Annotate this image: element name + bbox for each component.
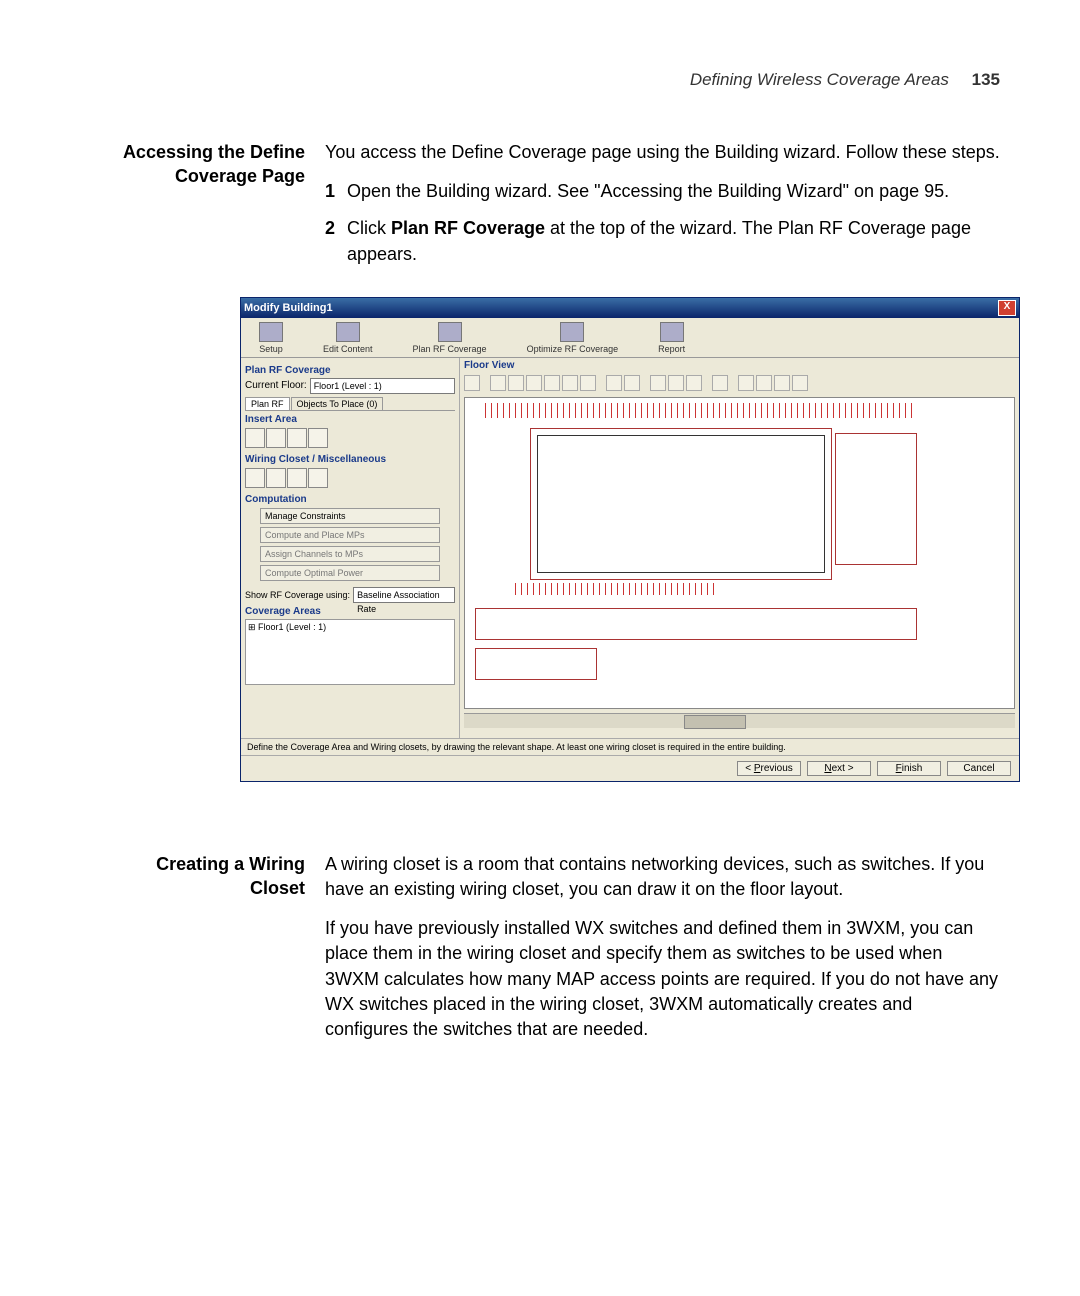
wiring-tool-2[interactable] (266, 468, 286, 488)
close-icon[interactable]: X (998, 300, 1016, 316)
finish-button[interactable]: Finish (877, 761, 941, 776)
tab-setup[interactable]: Setup (259, 322, 283, 357)
tool-layer-2-icon[interactable] (668, 375, 684, 391)
group-coverage-areas: Coverage Areas (245, 606, 455, 617)
optimize-rf-icon (560, 322, 584, 342)
insert-tool-3[interactable] (287, 428, 307, 448)
tool-rf-1-icon[interactable] (738, 375, 754, 391)
step-2: 2 Click Plan RF Coverage at the top of t… (325, 216, 1000, 266)
previous-button[interactable]: < Previous (737, 761, 801, 776)
group-plan-rf: Plan RF Coverage (245, 365, 455, 376)
wiring-tools (245, 468, 455, 488)
tool-rf-2-icon[interactable] (756, 375, 772, 391)
left-panel: Plan RF Coverage Current Floor: Floor1 (… (241, 358, 460, 738)
report-icon (660, 322, 684, 342)
cancel-button[interactable]: Cancel (947, 761, 1011, 776)
manage-constraints-button[interactable]: Manage Constraints (260, 508, 440, 524)
floor-view-toolbar (460, 373, 1019, 393)
wiring-tool-1[interactable] (245, 468, 265, 488)
wiring-tool-3[interactable] (287, 468, 307, 488)
tool-rf-4-icon[interactable] (792, 375, 808, 391)
coverage-areas-tree[interactable]: ⊞ Floor1 (Level : 1) (245, 619, 455, 685)
wizard-screenshot: Modify Building1 X Setup Edit Content Pl… (240, 297, 1020, 782)
group-insert-area: Insert Area (245, 414, 455, 425)
tool-pencil-icon[interactable] (464, 375, 480, 391)
tool-select-icon[interactable] (490, 375, 506, 391)
current-floor-select[interactable]: Floor1 (Level : 1) (310, 378, 455, 394)
tool-layer-1-icon[interactable] (650, 375, 666, 391)
show-rf-label: Show RF Coverage using: (245, 590, 350, 600)
wiring-tool-4[interactable] (308, 468, 328, 488)
next-button[interactable]: Next > (807, 761, 871, 776)
floor-view-heading: Floor View (460, 358, 1019, 373)
side-heading-accessing: Accessing the Define Coverage Page (80, 140, 325, 279)
running-header: Defining Wireless Coverage Areas 135 (80, 70, 1000, 90)
tool-zoom-icon[interactable] (508, 375, 524, 391)
tab-optimize-rf-coverage[interactable]: Optimize RF Coverage (527, 322, 619, 357)
tool-fit-icon[interactable] (562, 375, 578, 391)
assign-channels-button[interactable]: Assign Channels to MPs (260, 546, 440, 562)
page-number: 135 (972, 70, 1000, 89)
compute-place-mps-button[interactable]: Compute and Place MPs (260, 527, 440, 543)
tool-zoom-out-icon[interactable] (544, 375, 560, 391)
tool-undo-icon[interactable] (606, 375, 622, 391)
floor-plan-canvas[interactable] (464, 397, 1015, 709)
tab-plan-rf-coverage[interactable]: Plan RF Coverage (413, 322, 487, 357)
tool-layer-3-icon[interactable] (686, 375, 702, 391)
group-computation: Computation (245, 494, 455, 505)
step-2-number: 2 (325, 216, 347, 266)
window-title: Modify Building1 (244, 302, 333, 314)
side-heading-wiring-closet: Creating a Wiring Closet (80, 852, 325, 1056)
tree-expand-icon[interactable]: ⊞ (248, 622, 258, 632)
scrollbar-thumb[interactable] (684, 715, 746, 729)
tool-zoom-in-icon[interactable] (526, 375, 542, 391)
intro-paragraph: You access the Define Coverage page usin… (325, 140, 1000, 165)
group-wiring-closet: Wiring Closet / Miscellaneous (245, 454, 455, 465)
plan-rf-icon (438, 322, 462, 342)
step-1-text: Open the Building wizard. See "Accessing… (347, 179, 1000, 204)
current-floor-label: Current Floor: (245, 380, 307, 391)
step-1: 1 Open the Building wizard. See "Accessi… (325, 179, 1000, 204)
compute-optimal-power-button[interactable]: Compute Optimal Power (260, 565, 440, 581)
tool-signal-icon[interactable] (712, 375, 728, 391)
tree-floor-item[interactable]: Floor1 (Level : 1) (258, 622, 326, 632)
subtab-objects-to-place[interactable]: Objects To Place (0) (291, 397, 384, 410)
tool-rf-3-icon[interactable] (774, 375, 790, 391)
insert-tool-1[interactable] (245, 428, 265, 448)
step-2-text: Click Plan RF Coverage at the top of the… (347, 216, 1000, 266)
window-titlebar[interactable]: Modify Building1 X (241, 298, 1019, 318)
insert-area-tools (245, 428, 455, 448)
subtab-plan-rf[interactable]: Plan RF (245, 397, 290, 410)
wiring-closet-p2: If you have previously installed WX swit… (325, 916, 1000, 1042)
running-header-text: Defining Wireless Coverage Areas (690, 70, 949, 89)
edit-content-icon (336, 322, 360, 342)
tab-edit-content[interactable]: Edit Content (323, 322, 373, 357)
tab-report[interactable]: Report (658, 322, 685, 357)
wiring-closet-p1: A wiring closet is a room that contains … (325, 852, 1000, 902)
building-outline (530, 428, 832, 580)
status-hint: Define the Coverage Area and Wiring clos… (241, 738, 1019, 755)
tool-redo-icon[interactable] (624, 375, 640, 391)
step-1-number: 1 (325, 179, 347, 204)
horizontal-scrollbar[interactable] (464, 713, 1015, 728)
setup-icon (259, 322, 283, 342)
tool-print-icon[interactable] (580, 375, 596, 391)
show-rf-select[interactable]: Baseline Association Rate (353, 587, 455, 603)
right-panel: Floor View (460, 358, 1019, 738)
insert-tool-4[interactable] (308, 428, 328, 448)
insert-tool-2[interactable] (266, 428, 286, 448)
